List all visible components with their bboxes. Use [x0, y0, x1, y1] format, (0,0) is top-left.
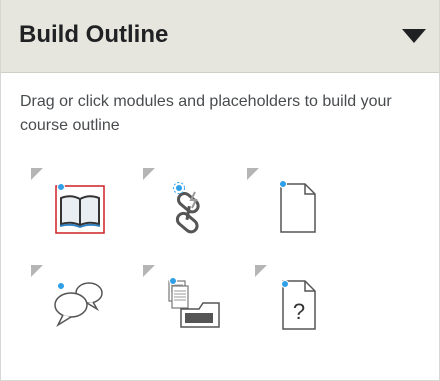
link-icon	[173, 182, 200, 234]
module-tile-link[interactable]	[137, 160, 221, 244]
discussion-icon	[54, 282, 103, 328]
book-icon	[55, 183, 105, 234]
svg-text:?: ?	[293, 299, 305, 324]
panel-title: Build Outline	[19, 21, 169, 48]
module-tile-quiz[interactable]: ?	[249, 257, 333, 341]
module-tile-document[interactable]	[241, 160, 325, 244]
dropbox-icon	[168, 277, 220, 328]
quiz-icon: ?	[281, 280, 316, 330]
caret-down-icon[interactable]	[401, 28, 427, 44]
instructions-text: Drag or click modules and placeholders t…	[20, 93, 392, 134]
module-tile-dropbox[interactable]	[137, 257, 221, 341]
module-tile-discussion[interactable]	[25, 257, 109, 341]
build-outline-panel: Build Outline Drag or click modules and …	[0, 0, 440, 381]
document-icon	[279, 180, 316, 233]
module-tile-book[interactable]	[25, 160, 109, 244]
panel-header[interactable]: Build Outline	[1, 0, 439, 73]
